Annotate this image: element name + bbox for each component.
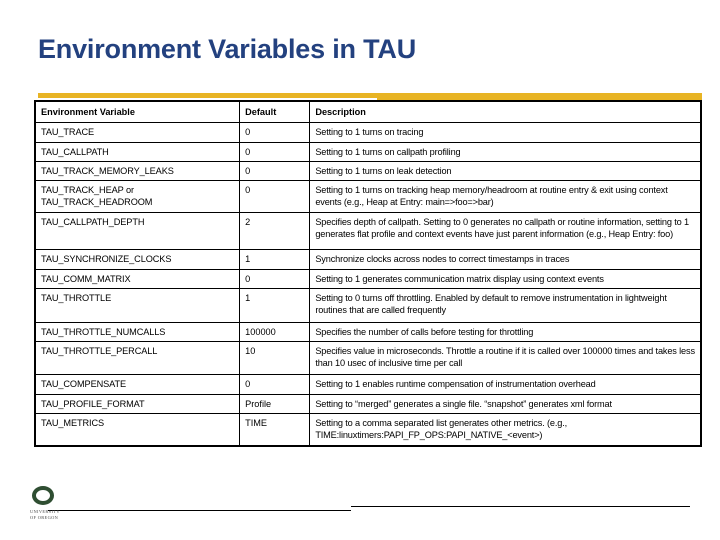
cell-variable-line-1: TAU_TRACK_HEAP or <box>41 185 134 196</box>
cell-variable: TAU_COMM_MATRIX <box>34 268 241 289</box>
cell-description: Setting to 1 generates communication mat… <box>309 268 702 289</box>
table-row: TAU_COMM_MATRIX 0 Setting to 1 generates… <box>34 268 702 289</box>
cell-description: Specifies value in microseconds. Throttl… <box>309 340 702 376</box>
column-header-default: Default <box>239 100 311 124</box>
cell-variable: TAU_THROTTLE_NUMCALLS <box>34 321 241 342</box>
accent-bar-right <box>377 93 702 100</box>
column-header-description: Description <box>309 100 702 124</box>
cell-variable: TAU_PROFILE_FORMAT <box>34 393 241 415</box>
cell-variable: TAU_COMPENSATE <box>34 374 241 395</box>
table-row: TAU_TRACK_MEMORY_LEAKS 0 Setting to 1 tu… <box>34 160 702 182</box>
table-row: TAU_CALLPATH_DEPTH 2 Specifies depth of … <box>34 211 702 251</box>
cell-description: Setting to 1 turns on tracing <box>309 122 702 143</box>
cell-description: Setting to a comma separated list genera… <box>309 413 702 447</box>
cell-description: Synchronize clocks across nodes to corre… <box>309 249 702 270</box>
table-row: TAU_METRICS TIME Setting to a comma sepa… <box>34 413 702 447</box>
cell-description: Specifies the number of calls before tes… <box>309 321 702 342</box>
cell-variable: TAU_TRACE <box>34 122 241 143</box>
cell-default: TIME <box>239 413 311 447</box>
cell-description: Setting to 1 turns on leak detection <box>309 160 702 182</box>
table-row: TAU_THROTTLE 1 Setting to 0 turns off th… <box>34 287 702 323</box>
environment-variables-table-container: Environment Variable Default Description… <box>34 100 702 447</box>
table-header-row: Environment Variable Default Description <box>34 100 702 124</box>
cell-default: 0 <box>239 268 311 289</box>
table-row: TAU_TRACK_HEAP or TAU_TRACK_HEADROOM 0 S… <box>34 180 702 213</box>
cell-default: 100000 <box>239 321 311 342</box>
cell-variable-line-2: TAU_TRACK_HEADROOM <box>41 197 153 208</box>
cell-description: Setting to 1 turns on tracking heap memo… <box>309 180 702 213</box>
cell-default: 2 <box>239 211 311 251</box>
cell-default: 0 <box>239 122 311 143</box>
cell-variable: TAU_SYNCHRONIZE_CLOCKS <box>34 249 241 270</box>
environment-variables-table: Environment Variable Default Description… <box>34 100 702 447</box>
table-row: TAU_CALLPATH 0 Setting to 1 turns on cal… <box>34 141 702 162</box>
cell-description: Specifies depth of callpath. Setting to … <box>309 211 702 251</box>
cell-description: Setting to 0 turns off throttling. Enabl… <box>309 287 702 323</box>
cell-variable: TAU_TRACK_MEMORY_LEAKS <box>34 160 241 182</box>
cell-description: Setting to 1 turns on callpath profiling <box>309 141 702 162</box>
footer-divider-left <box>48 510 351 511</box>
logo-wordmark: UNIVERSITY OF OREGON <box>30 509 60 520</box>
cell-default: 10 <box>239 340 311 376</box>
cell-default: 1 <box>239 287 311 323</box>
column-header-variable: Environment Variable <box>34 100 241 124</box>
cell-default: 0 <box>239 160 311 182</box>
cell-default: 0 <box>239 141 311 162</box>
page-title: Environment Variables in TAU <box>38 34 416 64</box>
cell-description: Setting to 1 enables runtime compensatio… <box>309 374 702 395</box>
cell-variable: TAU_CALLPATH_DEPTH <box>34 211 241 251</box>
table-row: TAU_THROTTLE_PERCALL 10 Specifies value … <box>34 340 702 376</box>
cell-variable: TAU_TRACK_HEAP or TAU_TRACK_HEADROOM <box>34 180 241 213</box>
university-of-oregon-logo: UNIVERSITY OF OREGON <box>30 486 76 532</box>
table-row: TAU_PROFILE_FORMAT Profile Setting to “m… <box>34 393 702 415</box>
cell-default: Profile <box>239 393 311 415</box>
cell-variable: TAU_THROTTLE_PERCALL <box>34 340 241 376</box>
logo-wordmark-line-1: UNIVERSITY <box>30 509 60 514</box>
table-row: TAU_SYNCHRONIZE_CLOCKS 1 Synchronize clo… <box>34 249 702 270</box>
cell-description: Setting to “merged” generates a single f… <box>309 393 702 415</box>
cell-variable: TAU_THROTTLE <box>34 287 241 323</box>
cell-variable: TAU_METRICS <box>34 413 241 447</box>
logo-wordmark-line-2: OF OREGON <box>30 514 59 520</box>
oregon-o-icon <box>32 486 54 505</box>
footer-divider-right <box>351 506 690 507</box>
table-row: TAU_TRACE 0 Setting to 1 turns on tracin… <box>34 122 702 143</box>
table-row: TAU_COMPENSATE 0 Setting to 1 enables ru… <box>34 374 702 395</box>
table-row: TAU_THROTTLE_NUMCALLS 100000 Specifies t… <box>34 321 702 342</box>
cell-default: 0 <box>239 374 311 395</box>
cell-variable: TAU_CALLPATH <box>34 141 241 162</box>
cell-default: 1 <box>239 249 311 270</box>
cell-default: 0 <box>239 180 311 213</box>
